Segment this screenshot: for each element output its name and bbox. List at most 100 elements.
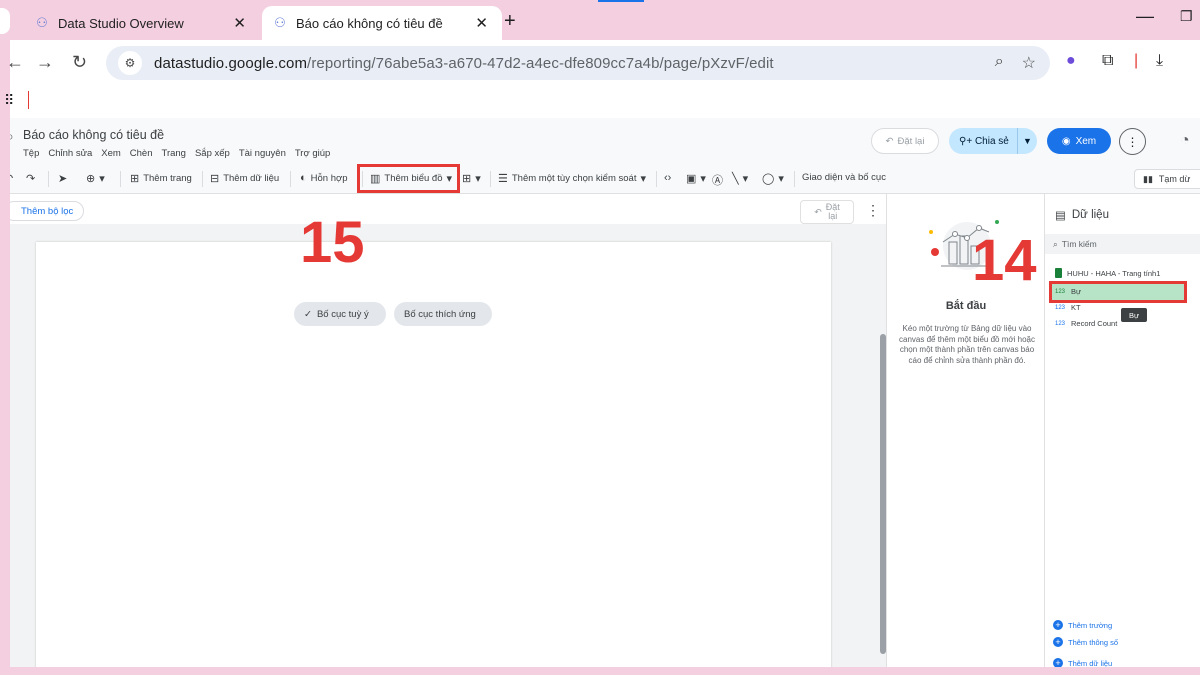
add-chart-highlight bbox=[357, 164, 460, 193]
report-title[interactable]: Báo cáo không có tiêu đề bbox=[23, 128, 164, 142]
menu-item-resource[interactable]: Tài nguyên bbox=[239, 148, 286, 159]
embed-code-icon[interactable]: ‹› bbox=[664, 172, 671, 184]
canvas-reset-label: Đặt lại bbox=[826, 203, 840, 221]
eye-icon: ◉ bbox=[1061, 135, 1071, 147]
data-panel: ▤ Dữ liệu ⌕ Tìm kiếm HUHU - HAHA - Trang… bbox=[1044, 194, 1200, 667]
add-page-button[interactable]: ⊞ Thêm trang bbox=[130, 172, 192, 185]
menu-item-insert[interactable]: Chèn bbox=[130, 148, 153, 159]
pause-button[interactable]: ▮▮ Tạm dừ bbox=[1134, 169, 1200, 189]
field-tooltip: Bự bbox=[1121, 308, 1147, 322]
data-search-input[interactable]: ⌕ Tìm kiếm bbox=[1045, 234, 1200, 254]
extension-icon[interactable]: ● bbox=[1066, 52, 1076, 70]
bookmark-star-icon[interactable]: ☆ bbox=[1022, 53, 1036, 73]
menu-item-view[interactable]: Xem bbox=[101, 148, 121, 159]
divider bbox=[490, 171, 491, 187]
free-layout-button[interactable]: ✓ Bố cục tuỳ ý bbox=[294, 302, 386, 326]
browser-nav-bar: ← → ↻ ⚙ datastudio.google.com/reporting/… bbox=[6, 40, 1200, 86]
menu-item-file[interactable]: Tệp bbox=[23, 148, 39, 159]
canvas-reset-button[interactable]: ↶ Đặt lại bbox=[800, 200, 854, 224]
zoom-icon[interactable]: ⌕ bbox=[995, 53, 1004, 73]
new-tab-button[interactable]: + bbox=[504, 10, 516, 33]
responsive-layout-button[interactable]: Bố cục thích ứng bbox=[394, 302, 492, 326]
reset-button[interactable]: ↶ Đặt lại bbox=[871, 128, 939, 154]
undo-icon[interactable]: ↶ bbox=[10, 172, 13, 185]
reset-line2: lại bbox=[828, 211, 838, 221]
reload-icon[interactable]: ↻ bbox=[72, 52, 87, 73]
address-bar[interactable]: ⚙ datastudio.google.com/reporting/76abe5… bbox=[106, 46, 1050, 80]
menu-item-edit[interactable]: Chỉnh sửa bbox=[48, 148, 92, 159]
menu-bar: Tệp Chỉnh sửa Xem Chèn Trang Sắp xếp Tài… bbox=[23, 148, 330, 159]
view-button[interactable]: ◉ Xem bbox=[1047, 128, 1111, 154]
report-canvas[interactable]: ✓ Bố cục tuỳ ý Bố cục thích ứng bbox=[36, 242, 831, 667]
theme-layout-label: Giao diện và bố cục bbox=[802, 172, 886, 183]
field-item[interactable]: 123 KT bbox=[1055, 303, 1081, 312]
zoom-button[interactable]: ⊕ ▾ bbox=[86, 172, 105, 185]
help-icon[interactable]: ◔ bbox=[1180, 132, 1190, 150]
add-control-button[interactable]: ☰ Thêm một tùy chọn kiểm soát ▾ bbox=[498, 172, 646, 185]
add-data-button[interactable]: ⊟ Thêm dữ liệu bbox=[210, 172, 279, 185]
back-icon[interactable]: ← bbox=[6, 52, 24, 73]
more-options-icon[interactable]: ⋮ bbox=[866, 202, 880, 219]
restore-icon[interactable]: ❐ bbox=[1180, 8, 1193, 25]
text-box-icon[interactable]: Ⓐ bbox=[712, 172, 723, 188]
share-button[interactable]: ⚲+ Chia sẻ ▼ bbox=[949, 128, 1037, 154]
extensions-puzzle-icon[interactable]: ⧉ bbox=[1102, 52, 1113, 70]
blend-icon: ◐ bbox=[300, 172, 307, 184]
minimize-icon[interactable]: — bbox=[1136, 6, 1154, 27]
add-data-link[interactable]: + Thêm dữ liệu bbox=[1053, 658, 1112, 667]
add-parameter-button[interactable]: + Thêm thông số bbox=[1053, 637, 1118, 647]
divider bbox=[794, 171, 795, 187]
getting-started-title: Bắt đầu bbox=[945, 300, 987, 312]
download-icon[interactable]: ⤓ bbox=[1156, 52, 1163, 70]
add-field-button[interactable]: + Thêm trường bbox=[1053, 620, 1112, 630]
chevron-down-icon[interactable]: ▼ bbox=[1017, 128, 1037, 154]
tab-title: Báo cáo không có tiêu đề bbox=[296, 15, 443, 31]
add-component-button[interactable]: ⊞ ▾ bbox=[462, 172, 481, 185]
menu-item-page[interactable]: Trang bbox=[162, 148, 186, 159]
more-options-icon[interactable]: ⋮ bbox=[1119, 128, 1146, 155]
pause-label: Tạm dừ bbox=[1158, 174, 1191, 184]
select-cursor-icon[interactable]: ➤ bbox=[58, 172, 67, 185]
search-icon[interactable]: ⌕ bbox=[10, 128, 14, 145]
site-info-icon[interactable]: ⚙ bbox=[118, 51, 142, 75]
shape-button[interactable]: ◯ ▾ bbox=[762, 172, 784, 185]
tab-edge bbox=[0, 8, 10, 34]
image-icon: ▣ bbox=[686, 173, 697, 185]
tab-title: Data Studio Overview bbox=[58, 15, 184, 31]
share-text: Chia sẻ bbox=[974, 135, 1009, 147]
divider bbox=[28, 91, 29, 109]
field-item[interactable]: 123 Record Count bbox=[1055, 319, 1117, 328]
tab-untitled-report[interactable]: ⚇ Báo cáo không có tiêu đề ✕ bbox=[262, 6, 502, 40]
step-14-annotation: 14 bbox=[972, 228, 1037, 293]
blend-label: Hỗn hợp bbox=[310, 172, 348, 184]
redo-icon[interactable]: ↷ bbox=[26, 172, 35, 185]
divider: | bbox=[1134, 52, 1139, 69]
menu-item-help[interactable]: Trợ giúp bbox=[295, 148, 330, 159]
field-name: KT bbox=[1071, 303, 1081, 312]
undo-icon: ↶ bbox=[814, 206, 822, 217]
divider bbox=[290, 171, 291, 187]
tab-data-studio-overview[interactable]: ⚇ Data Studio Overview ✕ bbox=[20, 6, 260, 40]
background-border bbox=[0, 667, 1200, 675]
toolbar: ↶ ↷ ➤ ⊕▾ ⊞Thêm trang ⊟Thêm dữ liệu ◐Hỗn … bbox=[10, 164, 1200, 194]
field-item[interactable]: 123 Bự bbox=[1055, 287, 1081, 296]
apps-grid-icon[interactable]: ⠿ bbox=[4, 92, 14, 109]
url-text[interactable]: datastudio.google.com/reporting/76abe5a3… bbox=[154, 55, 774, 72]
close-icon[interactable]: ✕ bbox=[233, 14, 246, 32]
theme-layout-button[interactable]: Giao diện và bố cục bbox=[802, 172, 886, 183]
menu-item-arrange[interactable]: Sắp xếp bbox=[195, 148, 230, 159]
image-button[interactable]: ▣ ▾ bbox=[686, 172, 706, 185]
data-table-icon: ▤ bbox=[1055, 210, 1066, 222]
reset-label: Đặt lại bbox=[897, 135, 925, 147]
data-panel-header: ▤ Dữ liệu bbox=[1055, 208, 1109, 222]
view-label: Xem bbox=[1075, 135, 1097, 147]
close-icon[interactable]: ✕ bbox=[475, 14, 488, 32]
forward-icon[interactable]: → bbox=[36, 52, 54, 73]
plus-icon: + bbox=[1053, 620, 1063, 630]
omnibox-actions: ⌕ ☆ bbox=[995, 53, 1036, 73]
line-button[interactable]: ╲ ▾ bbox=[732, 172, 748, 185]
blend-button[interactable]: ◐ Hỗn hợp bbox=[300, 172, 348, 184]
add-filter-button[interactable]: Thêm bộ lọc bbox=[10, 201, 85, 221]
data-source-item[interactable]: HUHU - HAHA - Trang tính1 bbox=[1055, 268, 1160, 278]
data-studio-app: ⌕ Báo cáo không có tiêu đề Tệp Chỉnh sửa… bbox=[10, 118, 1200, 667]
